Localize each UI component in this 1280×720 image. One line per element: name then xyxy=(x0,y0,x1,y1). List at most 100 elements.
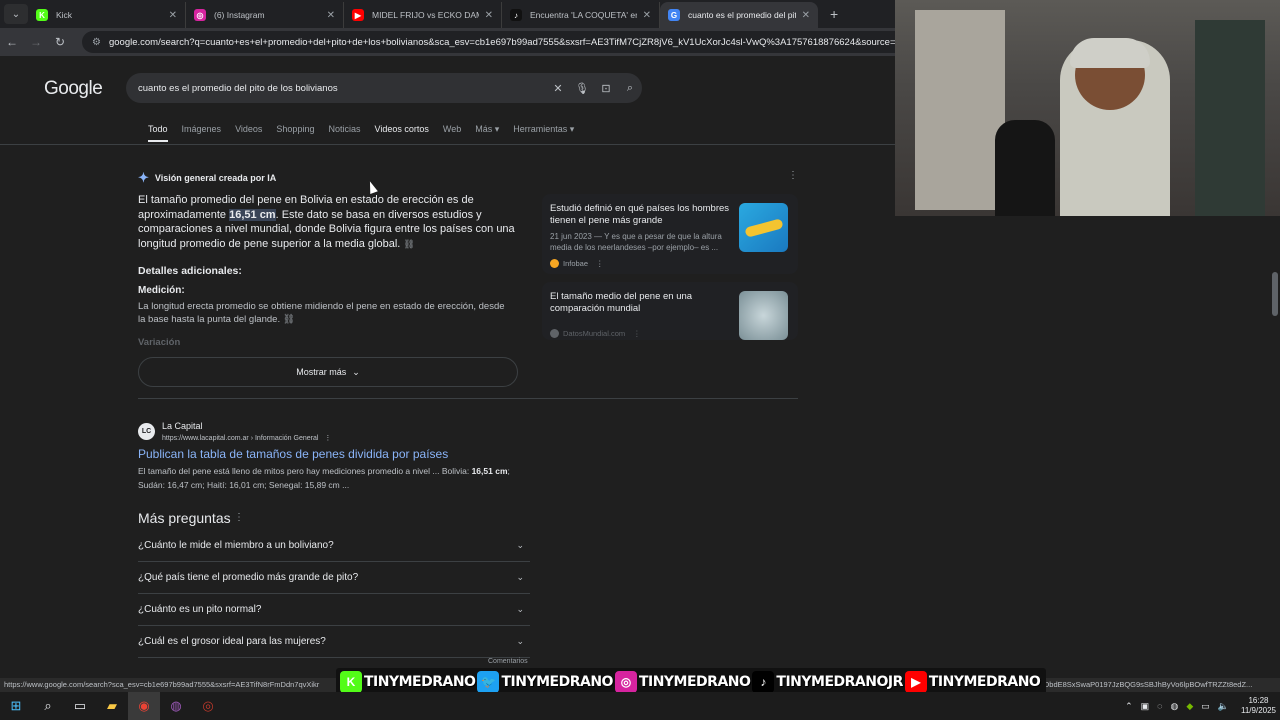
card-thumbnail xyxy=(739,291,788,340)
obs-icon[interactable]: ◎ xyxy=(192,692,224,720)
social-handle: ◎ TINYMEDRANO xyxy=(614,671,751,693)
more-options-icon[interactable]: ⋮ xyxy=(234,512,244,523)
link-icon[interactable]: ⛓ xyxy=(283,314,295,325)
volume-icon[interactable]: 🔈 xyxy=(1218,701,1229,712)
more-options-icon[interactable]: ⋮ xyxy=(788,170,798,181)
tray-app-icon[interactable]: ◌ xyxy=(1157,701,1162,711)
ai-overview-header: ✦ Visión general creada por IA xyxy=(138,170,277,185)
section-divider xyxy=(138,398,798,399)
file-explorer-icon[interactable]: ▰ xyxy=(96,692,128,720)
social-handle: ♪ TINYMEDRANOJR xyxy=(752,671,903,693)
more-options-icon[interactable]: ⋮ xyxy=(324,435,331,442)
mouse-cursor xyxy=(366,179,378,195)
tab-title: (6) Instagram xyxy=(214,10,265,20)
app-icon[interactable]: ◍ xyxy=(160,692,192,720)
browser-tab[interactable]: ▶ MIDEL FRIJO vs ECKO DAM - 4 ✕ xyxy=(344,2,502,28)
new-tab-button[interactable]: + xyxy=(830,6,838,22)
forward-icon[interactable]: → xyxy=(24,35,48,49)
tab-favicon-icon: ◎ xyxy=(194,9,206,21)
show-more-button[interactable]: Mostrar más ⌄ xyxy=(138,357,518,387)
link-icon[interactable]: ⛓ xyxy=(403,239,414,249)
browser-tab[interactable]: Gcuanto es el promedio del pito ✕ xyxy=(660,2,818,28)
windows-taskbar: ⊞ ⌕ ▭ ▰ ◉ ◍ ◎ ⌃ ▣ ◌ ◍ ◆ ▭ 🔈 16:28 11/9/2… xyxy=(0,692,1280,720)
card-thumbnail xyxy=(739,203,788,252)
highlighted-value: 16,51 cm xyxy=(229,208,276,221)
search-type-tabs: Todo Imágenes Videos Shopping Noticias Videos… xyxy=(148,124,588,142)
browser-tab[interactable]: K Kick ✕ xyxy=(28,2,186,28)
tab-0[interactable]: Todo xyxy=(148,124,168,142)
chevron-down-icon: ⌄ xyxy=(516,572,524,582)
tab-title: cuanto es el promedio del pito xyxy=(688,10,796,20)
chevron-down-icon: ⌄ xyxy=(516,604,524,614)
site-info-icon[interactable]: ⚙ xyxy=(92,37,101,48)
question-item[interactable]: ¿Cuánto es un pito normal? ⌄ xyxy=(138,594,530,626)
microphone-icon[interactable]: 🎙 xyxy=(570,82,594,95)
network-icon[interactable]: ▭ xyxy=(1201,701,1210,712)
result-title-link[interactable]: Publican la tabla de tamaños de penes di… xyxy=(138,447,448,461)
tab-5[interactable]: Videos cortos xyxy=(374,124,428,142)
windows-start-icon[interactable]: ⊞ xyxy=(0,692,32,720)
infobae-icon xyxy=(550,259,559,268)
tab-search-button[interactable]: ⌄ xyxy=(4,4,28,24)
ai-overview-text: El tamaño promedio del pene en Bolivia e… xyxy=(138,194,515,250)
close-icon[interactable]: ✕ xyxy=(327,10,335,21)
tab-2[interactable]: Videos xyxy=(235,124,262,142)
tab-1[interactable]: Imágenes xyxy=(182,124,222,142)
search-box[interactable]: cuanto es el promedio del pito de los bo… xyxy=(126,73,642,103)
question-item[interactable]: ¿Cuál es el grosor ideal para las mujere… xyxy=(138,626,530,658)
tab-3[interactable]: Shopping xyxy=(276,124,314,142)
browser-tab[interactable]: ♪ Encuentra 'LA COQUETA' en Ti ✕ xyxy=(502,2,660,28)
details-heading: Detalles adicionales: xyxy=(138,265,242,277)
tab-title: MIDEL FRIJO vs ECKO DAM - 4 xyxy=(372,10,479,20)
chevron-up-icon[interactable]: ⌃ xyxy=(1125,701,1133,712)
more-options-icon[interactable]: ⋮ xyxy=(596,259,604,268)
result-snippet: El tamaño del pene está lleno de mitos p… xyxy=(138,466,510,490)
social-icon: ♪ xyxy=(752,671,775,693)
more-options-icon[interactable]: ⋮ xyxy=(633,329,641,338)
task-view-icon[interactable]: ▭ xyxy=(64,692,96,720)
chrome-icon[interactable]: ◉ xyxy=(128,692,160,720)
tray-app-icon[interactable]: ◍ xyxy=(1170,701,1178,712)
back-icon[interactable]: ← xyxy=(0,35,24,49)
url-text: google.com/search?q=cuanto+es+el+promedi… xyxy=(108,36,918,48)
social-icon: ▶ xyxy=(904,671,927,693)
question-item[interactable]: ¿Cuánto le mide el miembro a un bolivian… xyxy=(138,530,530,562)
measure-heading: Medición: xyxy=(138,285,185,296)
lens-icon[interactable]: ⊡ xyxy=(594,82,618,95)
question-item[interactable]: ¿Qué país tiene el promedio más grande d… xyxy=(138,562,530,594)
tab-6[interactable]: Web xyxy=(443,124,461,142)
google-logo[interactable]: Google xyxy=(44,78,103,100)
social-handle: 🐦 TINYMEDRANO xyxy=(477,671,613,693)
tab-4[interactable]: Noticias xyxy=(328,124,360,142)
clear-icon[interactable]: ✕ xyxy=(546,82,570,95)
tab-7[interactable]: Más ▾ xyxy=(475,124,499,142)
tab-favicon-icon: K xyxy=(36,9,48,21)
search-icon[interactable]: ⌕ xyxy=(32,692,64,720)
reload-icon[interactable]: ↻ xyxy=(48,35,72,49)
tab-title: Encuentra 'LA COQUETA' en Ti xyxy=(530,10,637,20)
search-input[interactable]: cuanto es el promedio del pito de los bo… xyxy=(138,83,546,94)
page-scrollbar[interactable] xyxy=(1272,272,1278,316)
tray-app-icon[interactable]: ▣ xyxy=(1141,701,1150,712)
close-icon[interactable]: ✕ xyxy=(485,10,493,21)
nvidia-icon[interactable]: ◆ xyxy=(1186,701,1193,712)
comments-link[interactable]: Comentarios xyxy=(488,658,528,665)
chevron-down-icon: ⌄ xyxy=(516,636,524,646)
browser-tab[interactable]: ◎ (6) Instagram ✕ xyxy=(186,2,344,28)
close-icon[interactable]: ✕ xyxy=(802,10,810,21)
source-card[interactable]: El tamaño medio del pene en una comparac… xyxy=(542,282,798,340)
social-icon: ◎ xyxy=(614,671,637,693)
social-icon: 🐦 xyxy=(477,671,500,693)
tab-8[interactable]: Herramientas ▾ xyxy=(513,124,574,142)
result-url: https://www.lacapital.com.ar › Informaci… xyxy=(162,435,332,442)
tab-favicon-icon: G xyxy=(668,9,680,21)
ai-source-cards: Estudió definió en qué países los hombre… xyxy=(542,194,798,348)
tab-strip: K Kick ✕ ◎ (6) Instagram ✕ ▶ MIDEL FRIJO vs ECK… xyxy=(28,0,818,28)
clock[interactable]: 16:28 11/9/2025 xyxy=(1241,696,1276,716)
search-icon[interactable]: ⌕ xyxy=(618,82,642,95)
header-divider xyxy=(0,144,895,145)
close-icon[interactable]: ✕ xyxy=(643,10,651,21)
source-card[interactable]: Estudió definió en qué países los hombre… xyxy=(542,194,798,274)
site-name[interactable]: La Capital xyxy=(162,421,203,431)
close-icon[interactable]: ✕ xyxy=(169,10,177,21)
